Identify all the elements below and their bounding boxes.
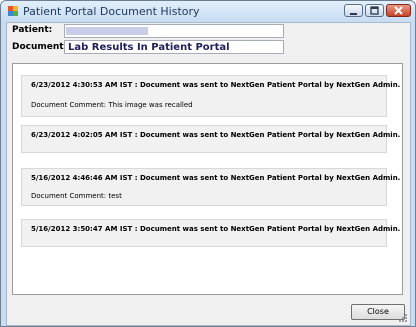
dialog-content: Patient: Document: Lab Results In Patien… (6, 22, 411, 326)
window-title: Patient Portal Document History (23, 5, 200, 18)
patient-field (64, 24, 284, 38)
history-entry: 6/23/2012 4:02:05 AM IST : Document was … (21, 125, 400, 153)
maximize-icon (370, 6, 379, 15)
document-label: Document: (12, 42, 68, 52)
close-icon (394, 6, 403, 15)
history-entry: 6/23/2012 4:30:53 AM IST : Document was … (21, 75, 400, 117)
history-entry: 5/16/2012 4:46:46 AM IST : Document was … (21, 168, 400, 206)
document-history-window: Patient Portal Document History Patient:… (0, 0, 416, 327)
title-bar[interactable]: Patient Portal Document History (1, 1, 415, 21)
document-value: Lab Results In Patient Portal (68, 42, 230, 53)
history-entry-comment: Document Comment: test (31, 192, 122, 200)
minimize-icon (350, 13, 357, 15)
document-field: Lab Results In Patient Portal (64, 40, 284, 54)
minimize-button[interactable] (344, 4, 363, 17)
patient-label: Patient: (12, 25, 53, 35)
history-list[interactable]: 6/23/2012 4:30:53 AM IST : Document was … (12, 63, 403, 295)
history-entry-title: 5/16/2012 3:50:47 AM IST : Document was … (31, 225, 401, 233)
redacted-patient-name (66, 27, 148, 35)
history-entry: 5/16/2012 3:50:47 AM IST : Document was … (21, 219, 400, 247)
close-button[interactable]: Close (351, 304, 405, 320)
resize-grip-icon[interactable] (398, 313, 408, 323)
history-entry-title: 5/16/2012 4:46:46 AM IST : Document was … (31, 174, 401, 182)
close-window-button[interactable] (386, 4, 411, 17)
maximize-button[interactable] (365, 4, 384, 17)
history-entry-comment: Document Comment: This image was recalle… (31, 101, 193, 109)
app-icon (8, 6, 18, 16)
history-entry-title: 6/23/2012 4:02:05 AM IST : Document was … (31, 131, 401, 139)
history-entry-title: 6/23/2012 4:30:53 AM IST : Document was … (31, 81, 401, 89)
